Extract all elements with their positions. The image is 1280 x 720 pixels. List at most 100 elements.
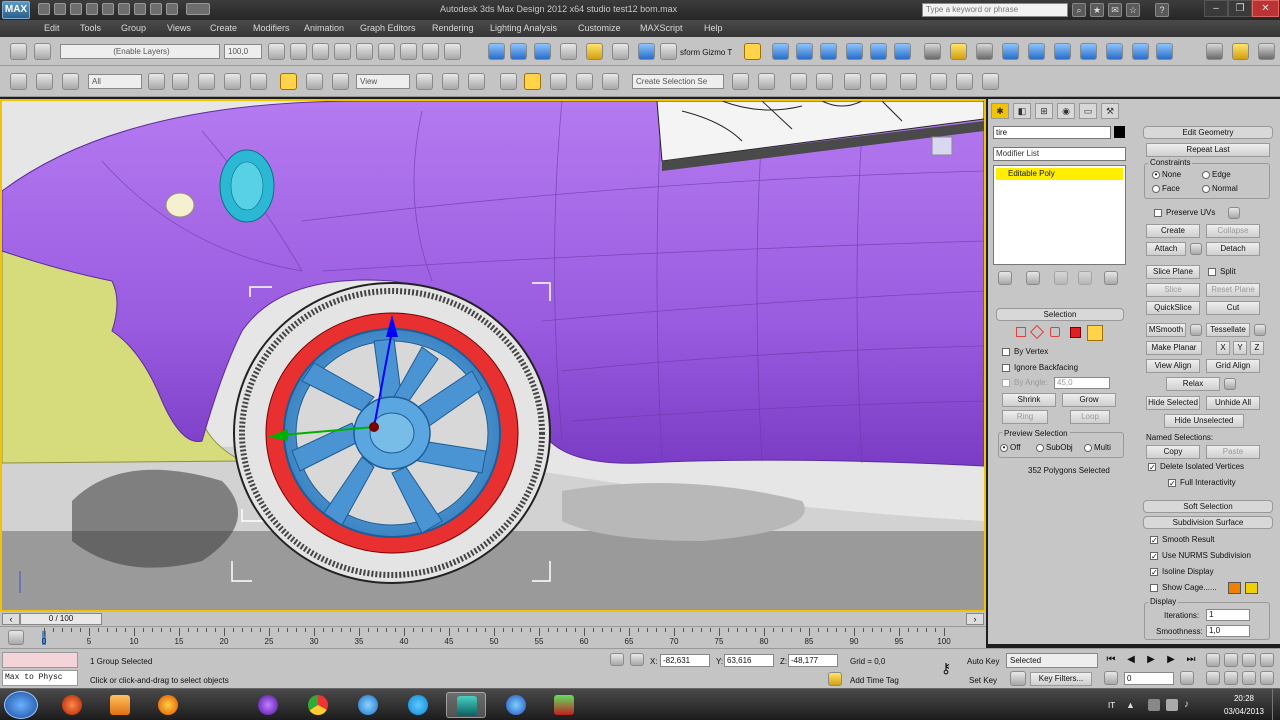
light-analysis-icon[interactable] bbox=[586, 43, 603, 60]
cube-yellow-icon[interactable] bbox=[1232, 43, 1249, 60]
display-tab-icon[interactable]: ▭ bbox=[1079, 103, 1097, 119]
taskbar-app-firefox-old[interactable] bbox=[52, 692, 92, 718]
loop-button[interactable]: Loop bbox=[1070, 410, 1110, 424]
render-setup-icon[interactable] bbox=[930, 73, 947, 90]
zoom-icon[interactable] bbox=[1206, 653, 1220, 667]
edge-mode-icon[interactable] bbox=[1029, 324, 1045, 340]
percent-snap-icon[interactable] bbox=[550, 73, 567, 90]
create-button[interactable]: Create bbox=[1146, 224, 1200, 238]
taskbar-app-ie[interactable] bbox=[348, 692, 388, 718]
action-center-icon[interactable] bbox=[1166, 699, 1178, 711]
start-button[interactable] bbox=[4, 691, 38, 719]
constraint-none-radio[interactable]: • bbox=[1152, 171, 1160, 179]
key-filter-icon[interactable] bbox=[1010, 671, 1026, 686]
bend-modifier-icon[interactable] bbox=[924, 43, 941, 60]
taskbar-app-purple[interactable] bbox=[248, 692, 288, 718]
view-align-button[interactable]: View Align bbox=[1146, 359, 1200, 373]
delete-isolated-checkbox[interactable]: ✓ bbox=[1148, 463, 1156, 472]
edit-geometry-rollout-header[interactable]: Edit Geometry bbox=[1143, 126, 1273, 139]
slice-plane-button[interactable]: Slice Plane bbox=[1146, 265, 1200, 279]
planar-y-button[interactable]: Y bbox=[1233, 341, 1247, 355]
by-angle-spinner[interactable]: 45,0 bbox=[1054, 377, 1110, 389]
selection-lock-icon[interactable] bbox=[610, 653, 624, 666]
save-file-icon[interactable] bbox=[70, 3, 82, 15]
bind-space-warp-icon[interactable] bbox=[62, 73, 79, 90]
motion-tab-icon[interactable]: ◉ bbox=[1057, 103, 1075, 119]
gizmo-mode-icon[interactable] bbox=[660, 43, 677, 60]
grid-box-icon[interactable] bbox=[1258, 43, 1275, 60]
y-coordinate-field[interactable]: 63,616 bbox=[724, 654, 774, 667]
application-menu-button[interactable]: MAX bbox=[2, 1, 30, 19]
relax-button[interactable]: Relax bbox=[1166, 377, 1220, 391]
cylinder-gray-icon[interactable] bbox=[1206, 43, 1223, 60]
msmooth-settings-icon[interactable] bbox=[1190, 324, 1202, 336]
layer-current-icon[interactable] bbox=[378, 43, 395, 60]
zoom-extents-icon[interactable] bbox=[1242, 653, 1256, 667]
element-mode-icon[interactable] bbox=[1087, 325, 1103, 341]
msmooth-button[interactable]: MSmooth bbox=[1146, 323, 1186, 337]
menu-edit[interactable]: Edit bbox=[44, 23, 60, 33]
restore-button[interactable]: ❐ bbox=[1228, 0, 1252, 17]
selection-filter-dropdown[interactable]: All bbox=[88, 74, 142, 89]
reset-plane-button[interactable]: Reset Plane bbox=[1206, 283, 1260, 297]
taper-modifier-icon[interactable] bbox=[950, 43, 967, 60]
named-selection-set-dropdown[interactable]: Create Selection Se bbox=[632, 74, 724, 89]
polygon-mode-icon[interactable] bbox=[1070, 327, 1081, 338]
zoom-extents-all-icon[interactable] bbox=[1260, 653, 1274, 667]
stack-item-editable-poly[interactable]: Editable Poly bbox=[996, 168, 1123, 180]
light-meter-icon[interactable] bbox=[534, 43, 551, 60]
subdivision-surface-rollout-header[interactable]: Subdivision Surface bbox=[1143, 516, 1273, 529]
track-bar[interactable]: 0 5 10 15 20 25 30 35 40 45 50 55 60 65 70 75 80 85 90 95 10… bbox=[0, 626, 986, 648]
unwrap-icon[interactable] bbox=[1132, 43, 1149, 60]
layer-freeze-icon[interactable] bbox=[356, 43, 373, 60]
minimize-button[interactable]: – bbox=[1204, 0, 1228, 17]
pivot-center-icon[interactable] bbox=[416, 73, 433, 90]
preview-off-radio[interactable]: • bbox=[1000, 444, 1008, 452]
quickslice-button[interactable]: QuickSlice bbox=[1146, 301, 1200, 315]
open-file-icon[interactable] bbox=[54, 3, 66, 15]
isoline-display-checkbox[interactable]: ✓ bbox=[1150, 568, 1158, 577]
subscription-icon[interactable]: ★ bbox=[1090, 3, 1104, 17]
lattice-icon[interactable] bbox=[1002, 43, 1019, 60]
edit-named-selection-icon[interactable] bbox=[602, 73, 619, 90]
taskbar-app-skype[interactable] bbox=[398, 692, 438, 718]
menu-views[interactable]: Views bbox=[167, 23, 191, 33]
pan-view-icon[interactable] bbox=[1224, 671, 1238, 685]
select-by-name-icon[interactable] bbox=[172, 73, 189, 90]
cage-color-swatch-1[interactable] bbox=[1228, 582, 1241, 594]
cage-color-swatch-2[interactable] bbox=[1245, 582, 1258, 594]
symmetry-icon[interactable] bbox=[1106, 43, 1123, 60]
menu-lighting-analysis[interactable]: Lighting Analysis bbox=[490, 23, 557, 33]
time-slider-track[interactable]: ‹ 0 / 100 › bbox=[0, 612, 986, 626]
rectangular-selection-icon[interactable] bbox=[198, 73, 215, 90]
maximize-viewport-icon[interactable] bbox=[1260, 671, 1274, 685]
menu-animation[interactable]: Animation bbox=[304, 23, 344, 33]
x-coordinate-field[interactable]: -82,631 bbox=[660, 654, 710, 667]
language-indicator[interactable]: IT bbox=[1108, 701, 1115, 710]
pin-stack-icon[interactable] bbox=[998, 271, 1012, 285]
show-hidden-icons[interactable]: ▲ bbox=[1126, 700, 1136, 710]
layer-manager-icon[interactable] bbox=[268, 43, 285, 60]
menu-create[interactable]: Create bbox=[210, 23, 237, 33]
go-to-end-icon[interactable]: ⏭ bbox=[1184, 654, 1198, 666]
graphite-ribbon-icon[interactable] bbox=[816, 73, 833, 90]
copy-selection-button[interactable]: Copy bbox=[1146, 445, 1200, 459]
use-nurms-checkbox[interactable]: ✓ bbox=[1150, 552, 1158, 561]
selection-rollout-header[interactable]: Selection bbox=[996, 308, 1124, 321]
field-of-view-icon[interactable] bbox=[1206, 671, 1220, 685]
modifier-list-dropdown[interactable]: Modifier List bbox=[993, 147, 1126, 161]
preview-multi-radio[interactable] bbox=[1084, 444, 1092, 452]
paste-selection-button[interactable]: Paste bbox=[1206, 445, 1260, 459]
menu-help[interactable]: Help bbox=[704, 23, 723, 33]
search-icon[interactable]: ⌕ bbox=[1072, 3, 1086, 17]
torus-icon[interactable] bbox=[820, 43, 837, 60]
configure-modifier-sets-icon[interactable] bbox=[1104, 271, 1118, 285]
set-key-button[interactable]: Set Key bbox=[969, 676, 997, 685]
menu-customize[interactable]: Customize bbox=[578, 23, 621, 33]
slider-next-icon[interactable]: › bbox=[966, 613, 984, 625]
clock-time[interactable]: 20:28 bbox=[1224, 694, 1264, 703]
full-interactivity-checkbox[interactable]: ✓ bbox=[1168, 479, 1176, 488]
zoom-all-icon[interactable] bbox=[1224, 653, 1238, 667]
modify-tab-icon[interactable]: ◧ bbox=[1013, 103, 1031, 119]
taskbar-app-3dsmax[interactable] bbox=[446, 692, 486, 718]
